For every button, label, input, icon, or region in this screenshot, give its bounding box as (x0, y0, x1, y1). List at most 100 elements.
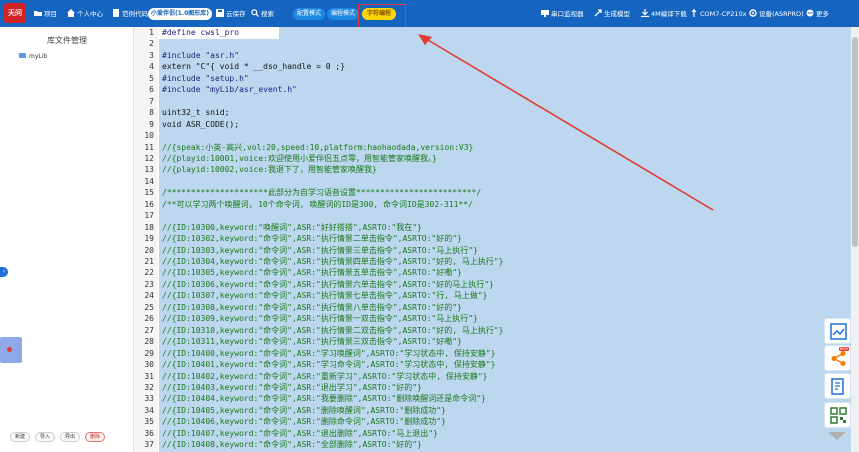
line-number: 20 (144, 245, 154, 255)
code-line[interactable]: 23 //{ID:10306,keyword:"命令词",ASR:"执行情景六单击… (134, 279, 851, 290)
toolbar-projects[interactable]: 项目 (34, 8, 57, 20)
serial-port-select[interactable]: COM7-CP210x (690, 8, 746, 20)
code-line[interactable]: 16 /**可以学习两个唤醒词, 10个命令词, 唤醒词的ID是300, 命令词I… (134, 199, 851, 210)
code-line[interactable]: 36 //{ID:10407,keyword:"命令词",ASR:"退出删除",A… (134, 428, 851, 439)
code-line[interactable]: 12 //{playid:10001,voice:欢迎使用小爱伴侣五点零，用智能管… (134, 153, 851, 164)
top-toolbar: 天问 项目 个人中心 范例代码 小爱伴侣(1.0图形库) 云保存 搜索 配置模式… (0, 0, 859, 27)
compile-download-button[interactable]: 4M编译下载 (641, 8, 687, 20)
line-number: 37 (144, 440, 154, 450)
import-button[interactable]: 导入 (35, 432, 55, 442)
code-text: uint32_t snid; (162, 108, 230, 118)
code-text: //{ID:10302,keyword:"命令词",ASR:"执行情景二单击指令… (162, 234, 462, 244)
code-line[interactable]: 17 (134, 210, 851, 221)
code-line[interactable]: 2 (134, 38, 851, 49)
code-line[interactable]: 35 //{ID:10406,keyword:"命令词",ASR:"删除命令词",… (134, 416, 851, 427)
export-button[interactable]: 导出 (60, 432, 80, 442)
line-number: 6 (149, 85, 154, 95)
code-text: //{ID:10306,keyword:"命令词",ASR:"执行情景六单击指令… (162, 279, 494, 289)
home-icon (67, 9, 75, 17)
code-line[interactable]: 18 //{ID:10300,keyword:"唤醒词",ASR:"好好搭搭",A… (134, 222, 851, 233)
more-icon (806, 9, 814, 17)
code-line[interactable]: 21 //{ID:10304,keyword:"命令词",ASR:"执行情景四单击… (134, 256, 851, 267)
editor-scrollbar[interactable] (851, 27, 859, 452)
code-line[interactable]: 24 //{ID:10307,keyword:"命令词",ASR:"执行情景七单击… (134, 290, 851, 301)
usb-icon (690, 9, 698, 17)
code-line[interactable]: 6 #include "myLib/asr_event.h" (134, 84, 851, 95)
notification-dot-icon (7, 347, 12, 352)
code-text: //{ID:10310,keyword:"命令词",ASR:"执行情景二双击指令… (162, 325, 504, 335)
line-number: 23 (144, 279, 154, 289)
code-line[interactable]: 28 //{ID:10311,keyword:"命令词",ASR:"执行情景三双击… (134, 336, 851, 347)
delete-button[interactable]: 删除 (85, 432, 105, 442)
code-line[interactable]: 14 (134, 176, 851, 187)
code-line[interactable]: 10 (134, 130, 851, 141)
code-text: //{ID:10407,keyword:"命令词",ASR:"退出删除",ASR… (162, 428, 438, 438)
edit-icon (831, 378, 844, 395)
code-line[interactable]: 26 //{ID:10309,keyword:"命令词",ASR:"执行情景一双击… (134, 313, 851, 324)
line-number: 25 (144, 302, 154, 312)
code-text: //{ID:10403,keyword:"命令词",ASR:"退出学习",ASR… (162, 382, 422, 392)
code-text: //{playid:10001,voice:欢迎使用小爱伴侣五点零，用智能管家唤… (162, 153, 437, 163)
library-sidebar: 库文件管理 myLib ‹ (0, 27, 134, 452)
line-number: 8 (149, 108, 154, 118)
code-line[interactable]: 30 //{ID:10401,keyword:"命令词",ASR:"学习命令词",… (134, 359, 851, 370)
code-line[interactable]: 13 //{playid:10002,voice:我退下了，用智能管家唤醒我} (134, 164, 851, 175)
chart-tool-button[interactable] (824, 318, 851, 344)
code-line[interactable]: 25 //{ID:10308,keyword:"命令词",ASR:"执行情景八单击… (134, 302, 851, 313)
code-line[interactable]: 15 /*********************此部分为自学习语音设置*****… (134, 187, 851, 198)
line-number: 29 (144, 348, 154, 358)
toolbar-sample-code[interactable]: 范例代码 (112, 8, 148, 20)
line-number: 28 (144, 337, 154, 347)
code-line[interactable]: 11 //{speak:小英-高兴,vol:20,speed:10,platfor… (134, 142, 851, 153)
code-line[interactable]: 1 #define cwsl_pro (134, 27, 851, 38)
cloud-save-button[interactable]: 云保存 (216, 8, 246, 20)
scrollbar-thumb[interactable] (852, 37, 858, 247)
tab-program-mode[interactable]: 编程模式 (327, 8, 359, 20)
code-line[interactable]: 19 //{ID:10302,keyword:"命令词",ASR:"执行情景二单击… (134, 233, 851, 244)
code-editor[interactable]: 1 #define cwsl_pro 2 3 #include "asr.h" 4 exte… (134, 27, 851, 452)
search-button[interactable]: 搜索 (251, 8, 274, 20)
line-number: 33 (144, 394, 154, 404)
app-logo[interactable]: 天问 (4, 3, 26, 23)
board-select[interactable]: 小爱伴侣(1.0图形库) (148, 8, 212, 20)
code-line[interactable]: 4 extern "C"{ void * __dso_handle = 0 ;} (134, 61, 851, 72)
device-select[interactable]: 设备(ASRPRO) (749, 8, 804, 20)
line-number: 26 (144, 314, 154, 324)
code-line[interactable]: 31 //{ID:10402,keyword:"命令词",ASR:"重新学习",A… (134, 371, 851, 382)
code-line[interactable]: 9 void ASR_CODE(); (134, 119, 851, 130)
code-line[interactable]: 27 //{ID:10310,keyword:"命令词",ASR:"执行情景二双击… (134, 325, 851, 336)
code-line[interactable]: 22 //{ID:10305,keyword:"命令词",ASR:"执行情景五单击… (134, 267, 851, 278)
line-number: 11 (144, 142, 154, 152)
line-number: 14 (144, 176, 154, 186)
code-text: //{ID:10405,keyword:"命令词",ASR:"删除唤醒词",AS… (162, 405, 446, 415)
more-button[interactable]: 更多 (806, 8, 829, 20)
code-line[interactable]: 32 //{ID:10403,keyword:"命令词",ASR:"退出学习",A… (134, 382, 851, 393)
code-line[interactable]: 33 //{ID:10404,keyword:"命令词",ASR:"我要删除",A… (134, 393, 851, 404)
code-line[interactable]: 7 (134, 96, 851, 107)
edit-tool-button[interactable] (824, 373, 851, 399)
tab-config-mode[interactable]: 配置模式 (293, 8, 325, 20)
line-number: 16 (144, 199, 154, 209)
sidebar-item-mylib[interactable]: myLib (19, 53, 47, 60)
code-line[interactable]: 37 //{ID:10408,keyword:"命令词",ASR:"全部删除",A… (134, 439, 851, 450)
share-tool-button[interactable]: NEW (824, 345, 851, 371)
code-text: //{ID:10304,keyword:"命令词",ASR:"执行情景四单击指令… (162, 257, 504, 266)
generate-model-button[interactable]: 生成模型 (594, 8, 630, 20)
line-number: 34 (144, 405, 154, 415)
toolbar-user-center[interactable]: 个人中心 (67, 8, 103, 20)
qrcode-tool-button[interactable] (824, 402, 851, 428)
code-line[interactable]: 20 //{ID:10303,keyword:"命令词",ASR:"执行情景三单击… (134, 245, 851, 256)
book-icon (112, 9, 120, 17)
collapse-sidebar-button[interactable]: ‹ (0, 267, 8, 277)
code-line[interactable]: 8 uint32_t snid; (134, 107, 851, 118)
side-tab-widget[interactable] (0, 337, 22, 363)
code-text: /**可以学习两个唤醒词, 10个命令词, 唤醒词的ID是300, 命令词ID是… (162, 199, 473, 209)
code-line[interactable]: 29 //{ID:10400,keyword:"命令词",ASR:"学习唤醒词",… (134, 348, 851, 359)
code-line[interactable]: 5 #include "setup.h" (134, 73, 851, 84)
serial-monitor-button[interactable]: 串口监视器 (541, 8, 584, 20)
code-line[interactable]: 3 #include "asr.h" (134, 50, 851, 61)
line-number: 18 (144, 222, 154, 232)
code-line[interactable]: 34 //{ID:10405,keyword:"命令词",ASR:"删除唤醒词",… (134, 405, 851, 416)
new-button[interactable]: 新建 (10, 432, 30, 442)
scroll-down-arrow-icon[interactable] (828, 432, 846, 440)
